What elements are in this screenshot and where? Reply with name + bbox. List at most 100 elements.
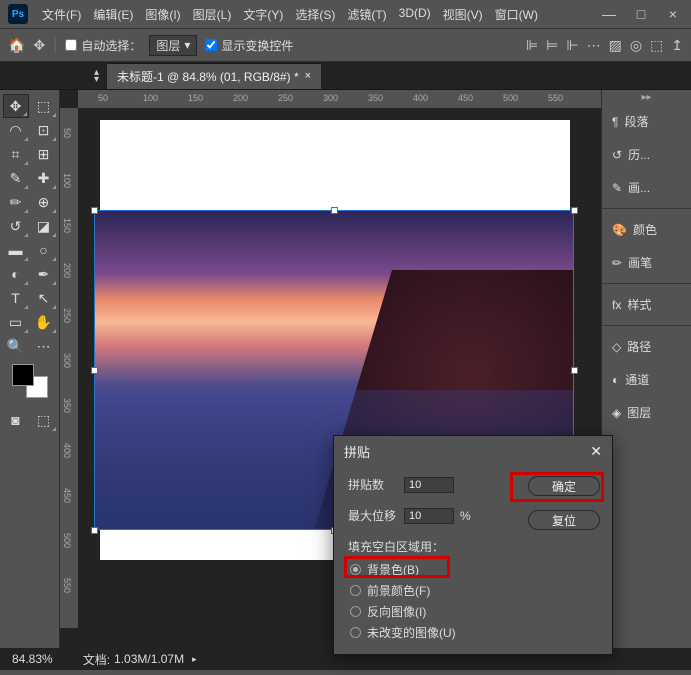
tab-scroll-down-icon[interactable]: ▾: [94, 76, 99, 83]
max-offset-label: 最大位移: [348, 507, 398, 524]
healing-tool[interactable]: ✚: [31, 166, 57, 190]
menu-select[interactable]: 选择(S): [291, 4, 339, 25]
move-tool-icon: ✥: [33, 37, 45, 54]
menu-file[interactable]: 文件(F): [38, 4, 85, 25]
zoom-level[interactable]: 84.83%: [12, 652, 53, 666]
panel-brushes[interactable]: ✎画...: [602, 171, 691, 204]
document-tab-title: 未标题-1 @ 84.8% (01, RGB/8#) *: [117, 68, 299, 85]
more-options-icon[interactable]: ⋯: [587, 37, 601, 54]
reset-button[interactable]: 复位: [528, 510, 600, 530]
app-logo: Ps: [8, 4, 28, 24]
screen-mode-icon[interactable]: ⬚: [650, 37, 663, 54]
tab-close-icon[interactable]: ×: [305, 70, 311, 82]
radio-dot-icon: [350, 627, 361, 638]
menu-3d[interactable]: 3D(D): [395, 4, 435, 25]
radio-dot-icon: [350, 606, 361, 617]
menu-type[interactable]: 文字(Y): [239, 4, 287, 25]
auto-select-checkbox[interactable]: 自动选择：: [65, 37, 141, 54]
document-tab-bar: ▴▾ 未标题-1 @ 84.8% (01, RGB/8#) * ×: [0, 62, 691, 90]
maximize-button[interactable]: □: [631, 6, 651, 22]
brush-settings-icon: ✏: [612, 256, 622, 270]
transform-handle-tm[interactable]: [331, 207, 338, 214]
home-icon[interactable]: 🏠: [8, 37, 25, 54]
crop-tool[interactable]: ⌗: [3, 142, 29, 166]
zoom-tool[interactable]: 🔍: [3, 334, 29, 358]
radio-background-color[interactable]: 背景色(B): [348, 561, 598, 578]
mask-mode-icon[interactable]: ◎: [630, 37, 642, 54]
frame-tool[interactable]: ⊞: [31, 142, 57, 166]
channels-icon: ◐: [612, 373, 619, 387]
radio-inverse-image[interactable]: 反向图像(I): [348, 603, 598, 620]
align-left-icon[interactable]: ⊫: [526, 37, 538, 54]
radio-unaltered-image[interactable]: 未改变的图像(U): [348, 624, 598, 641]
show-transform-checkbox[interactable]: 显示变换控件: [205, 37, 293, 54]
vertical-ruler[interactable]: 50100150200250300350400450500550: [60, 108, 78, 628]
menu-image[interactable]: 图像(I): [141, 4, 184, 25]
document-tab[interactable]: 未标题-1 @ 84.8% (01, RGB/8#) * ×: [107, 63, 321, 89]
menu-filter[interactable]: 滤镜(T): [343, 4, 390, 25]
options-bar: 🏠 ✥ | 自动选择： 图层▾ 显示变换控件 ⊫ ⊨ ⊩ ⋯ ▨ ◎ ⬚ ↥: [0, 28, 691, 62]
transform-handle-mr[interactable]: [571, 367, 578, 374]
share-icon[interactable]: ↥: [671, 37, 683, 54]
panel-paragraph[interactable]: ¶段落: [602, 105, 691, 138]
radio-foreground-color[interactable]: 前景颜色(F): [348, 582, 598, 599]
foreground-color-swatch[interactable]: [12, 364, 34, 386]
eyedropper-tool[interactable]: ✎: [3, 166, 29, 190]
screen-mode-tool[interactable]: ⬚: [31, 408, 57, 432]
blur-tool[interactable]: ○: [31, 238, 57, 262]
move-tool[interactable]: ✥: [3, 94, 29, 118]
menu-window[interactable]: 窗口(W): [491, 4, 542, 25]
dodge-tool[interactable]: ◐: [3, 262, 29, 286]
tile-dialog: 拼贴 ✕ 确定 复位 拼贴数 最大位移 % 填充空白区域用： 背景色(B) 前景…: [333, 435, 613, 655]
gradient-tool[interactable]: ▬: [3, 238, 29, 262]
tile-count-input[interactable]: [404, 477, 454, 493]
path-select-tool[interactable]: ↖: [31, 286, 57, 310]
collapse-panels-icon[interactable]: ▸▸: [602, 90, 691, 105]
transform-handle-tl[interactable]: [91, 207, 98, 214]
history-brush-tool[interactable]: ↺: [3, 214, 29, 238]
minimize-button[interactable]: —: [599, 6, 619, 22]
ok-button[interactable]: 确定: [528, 476, 600, 496]
menu-view[interactable]: 视图(V): [439, 4, 487, 25]
panel-layers[interactable]: ◈图层: [602, 396, 691, 429]
auto-select-target-dropdown[interactable]: 图层▾: [149, 35, 197, 56]
quick-mask-tool[interactable]: ◙: [3, 408, 29, 432]
horizontal-ruler[interactable]: 50100150200250300350400450500550: [78, 90, 601, 108]
chevron-down-icon: ▾: [184, 38, 190, 52]
panel-paths[interactable]: ◇路径: [602, 330, 691, 363]
marquee-tool[interactable]: ⬚: [31, 94, 57, 118]
type-tool[interactable]: T: [3, 286, 29, 310]
panel-color[interactable]: 🎨颜色: [602, 213, 691, 246]
close-button[interactable]: ×: [663, 6, 683, 22]
color-swatches[interactable]: [0, 364, 59, 402]
quick-select-tool[interactable]: ⊡: [31, 118, 57, 142]
stamp-tool[interactable]: ⊕: [31, 190, 57, 214]
eraser-tool[interactable]: ◪: [31, 214, 57, 238]
3d-mode-icon[interactable]: ▨: [609, 37, 622, 54]
doc-size-display[interactable]: 文档:1.03M/1.07M ▸: [83, 651, 197, 668]
panel-history[interactable]: ↺历...: [602, 138, 691, 171]
panel-channels[interactable]: ◐通道: [602, 363, 691, 396]
dialog-close-icon[interactable]: ✕: [590, 443, 602, 460]
dialog-titlebar[interactable]: 拼贴 ✕: [334, 436, 612, 466]
max-offset-input[interactable]: [404, 508, 454, 524]
brush-tool[interactable]: ✏: [3, 190, 29, 214]
pen-tool[interactable]: ✒: [31, 262, 57, 286]
lasso-tool[interactable]: ◠: [3, 118, 29, 142]
hand-tool[interactable]: ✋: [31, 310, 57, 334]
align-center-icon[interactable]: ⊨: [546, 37, 558, 54]
edit-toolbar[interactable]: ⋯: [31, 334, 57, 358]
radio-dot-icon: [350, 564, 361, 575]
transform-handle-tr[interactable]: [571, 207, 578, 214]
panel-brush-settings[interactable]: ✏画笔: [602, 246, 691, 279]
paragraph-icon: ¶: [612, 115, 618, 129]
transform-handle-ml[interactable]: [91, 367, 98, 374]
align-right-icon[interactable]: ⊩: [566, 37, 578, 54]
window-controls: — □ ×: [599, 6, 683, 22]
menu-edit[interactable]: 编辑(E): [89, 4, 137, 25]
transform-handle-bl[interactable]: [91, 527, 98, 534]
menu-layer[interactable]: 图层(L): [189, 4, 236, 25]
offset-unit: %: [460, 509, 471, 523]
shape-tool[interactable]: ▭: [3, 310, 29, 334]
panel-styles[interactable]: fx样式: [602, 288, 691, 321]
